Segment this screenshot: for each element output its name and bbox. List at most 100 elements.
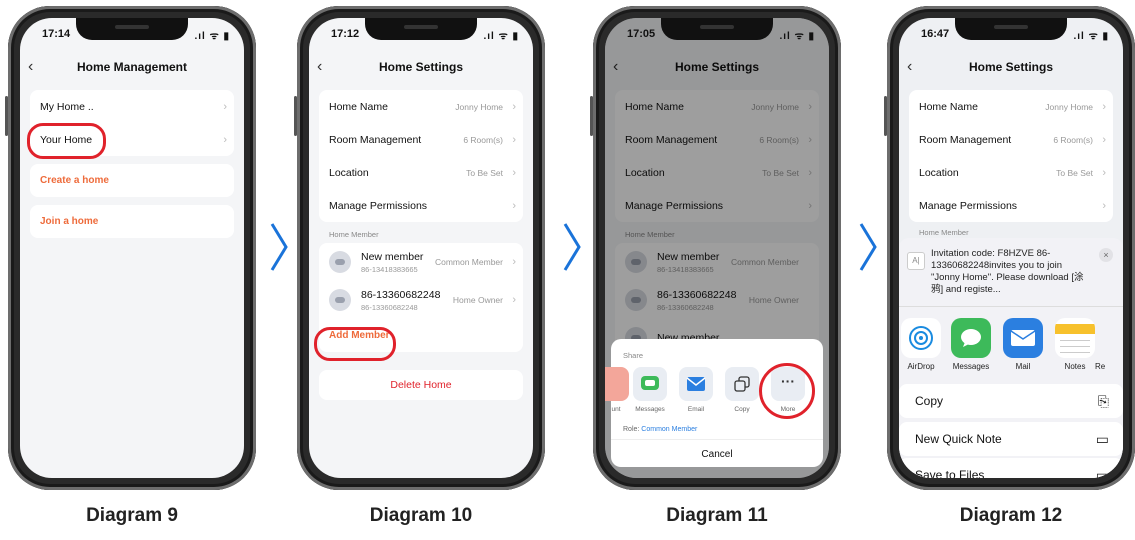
role-row[interactable]: Role: Common Member [623, 426, 697, 433]
settings-card: Home Name Jonny Home › Room Management 6… [909, 90, 1113, 222]
setting-manage-permissions[interactable]: Manage Permissions › [319, 189, 523, 222]
chevron-right-icon: › [512, 199, 516, 212]
airdrop-icon[interactable] [901, 318, 941, 358]
back-icon[interactable]: ‹ [28, 58, 33, 76]
setting-home-name[interactable]: Home Name Jonny Home › [319, 90, 523, 123]
signal-wifi-battery-icon: .ıl ᯤ ▮ [194, 31, 230, 42]
home-item-label: My Home .. [40, 100, 94, 113]
create-home-card: Create a home [30, 164, 234, 197]
highlight-circle [27, 123, 106, 159]
setting-label: Location [919, 166, 959, 179]
setting-value: Jonny Home [1045, 101, 1093, 112]
chevron-right-icon: › [512, 256, 516, 268]
back-icon[interactable]: ‹ [317, 58, 322, 76]
share-item-label: Copy [734, 406, 750, 413]
chevron-right-icon: › [1102, 166, 1106, 179]
share-account-icon[interactable] [605, 367, 629, 401]
action-label: Save to Files [915, 468, 985, 478]
next-arrow-icon [270, 223, 288, 271]
chevron-right-icon: › [1102, 133, 1106, 146]
create-home-button[interactable]: Create a home [30, 164, 234, 197]
back-icon[interactable]: ‹ [907, 58, 912, 76]
nav-header: ‹ Home Management [20, 58, 244, 80]
delete-home-card: Delete Home [319, 370, 523, 400]
page-title: Home Settings [968, 60, 1053, 74]
divider [899, 306, 1123, 307]
save-to-files-action[interactable]: Save to Files ▭ [899, 458, 1123, 478]
setting-room-management[interactable]: Room Management 6 Room(s) › [909, 123, 1113, 156]
member-name: New member [361, 250, 424, 263]
chevron-right-icon: › [1102, 100, 1106, 113]
avatar [329, 251, 351, 273]
app-label: Messages [952, 362, 990, 371]
setting-value: 6 Room(s) [463, 134, 503, 145]
mail-icon[interactable] [1003, 318, 1043, 358]
nav-header: ‹ Home Settings [309, 58, 533, 80]
close-icon[interactable]: × [1099, 248, 1113, 262]
page-title: Home Management [76, 60, 188, 74]
share-item-label: Email [687, 406, 705, 413]
signal-wifi-battery-icon: .ıl ᯤ ▮ [483, 31, 519, 42]
setting-location[interactable]: Location To Be Set › [319, 156, 523, 189]
setting-value: To Be Set [466, 167, 503, 178]
notch [661, 18, 773, 40]
setting-room-management[interactable]: Room Management 6 Room(s) › [319, 123, 523, 156]
setting-label: Home Name [919, 100, 978, 113]
action-label: New Quick Note [915, 432, 1002, 446]
nav-header: ‹ Home Settings [899, 58, 1123, 80]
status-time: 16:47 [921, 28, 950, 40]
copy-action[interactable]: Copy ⎘ [899, 384, 1123, 418]
chevron-right-icon: › [512, 294, 516, 306]
caption: Diagram 11 [666, 505, 768, 526]
member-role: Common Member [434, 257, 503, 267]
phone-diagram-9: 17:14 .ıl ᯤ ▮ ‹ Home Management My Home … [5, 6, 256, 490]
phone-diagram-10: 17:12 .ıl ᯤ ▮ ‹ Home Settings Home Name … [294, 6, 545, 490]
chevron-right-icon: › [1102, 199, 1106, 212]
signal-wifi-battery-icon: .ıl ᯤ ▮ [1073, 31, 1109, 42]
status-time: 17:12 [331, 28, 360, 40]
caption: Diagram 12 [959, 505, 1063, 526]
quick-note-action[interactable]: New Quick Note ▭ [899, 422, 1123, 456]
status-time: 17:05 [627, 28, 656, 40]
status-time: 17:14 [42, 28, 71, 40]
setting-home-name[interactable]: Home Name Jonny Home › [909, 90, 1113, 123]
delete-home-button[interactable]: Delete Home [390, 379, 451, 391]
member-role: Home Owner [452, 295, 503, 305]
setting-location[interactable]: Location To Be Set › [909, 156, 1113, 189]
setting-value: 6 Room(s) [1053, 134, 1093, 145]
role-label: Role: [623, 426, 640, 433]
setting-label: Home Name [329, 100, 388, 113]
chevron-right-icon: › [512, 133, 516, 146]
chevron-right-icon: › [223, 133, 227, 146]
setting-manage-permissions[interactable]: Manage Permissions › [909, 189, 1113, 222]
join-home-button[interactable]: Join a home [30, 205, 234, 238]
join-home-card: Join a home [30, 205, 234, 238]
screen: 17:12 .ıl ᯤ ▮ ‹ Home Settings Home Name … [309, 18, 533, 478]
text-preview-icon: A| [907, 252, 925, 270]
member-row[interactable]: New member 86-13418383665 Common Member … [319, 243, 523, 281]
setting-value: Jonny Home [455, 101, 503, 112]
member-phone: 86-13360682248 [361, 302, 418, 312]
share-title: Share [623, 351, 644, 360]
caption: Diagram 9 [86, 505, 178, 526]
chevron-right-icon: › [512, 166, 516, 179]
next-arrow-icon [563, 223, 581, 271]
messages-icon[interactable] [951, 318, 991, 358]
notch [76, 18, 188, 40]
messages-icon[interactable] [633, 367, 667, 401]
chevron-right-icon: › [223, 100, 227, 113]
notch [955, 18, 1067, 40]
setting-label: Manage Permissions [919, 199, 1018, 212]
app-label: AirDrop [907, 362, 935, 371]
screen: 17:14 .ıl ᯤ ▮ ‹ Home Management My Home … [20, 18, 244, 478]
copy-icon[interactable] [725, 367, 759, 401]
member-row[interactable]: 86-13360682248 86-13360682248 Home Owner… [319, 281, 523, 319]
app-label: Mail [1015, 362, 1031, 371]
screen: 16:47 .ıl ᯤ ▮ ‹ Home Settings Home Name … [899, 18, 1123, 478]
notes-icon[interactable] [1055, 318, 1095, 358]
quick-note-icon: ▭ [1095, 430, 1109, 447]
email-icon[interactable] [679, 367, 713, 401]
setting-value: To Be Set [1056, 167, 1093, 178]
home-item[interactable]: My Home .. › [30, 90, 234, 123]
cancel-button[interactable]: Cancel [611, 439, 823, 468]
